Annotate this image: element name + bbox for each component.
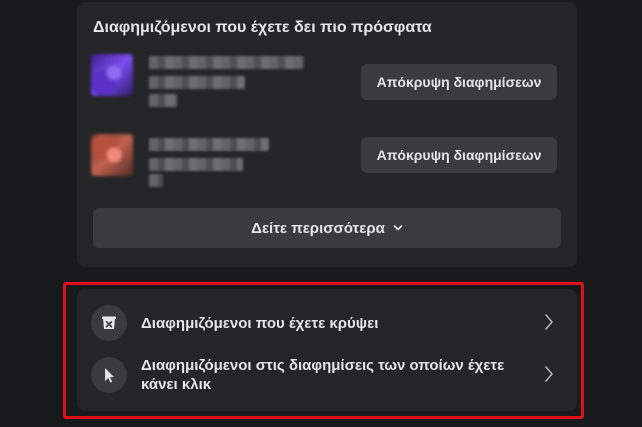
- section-title: Διαφημιζόμενοι που έχετε δει πιο πρόσφατ…: [93, 19, 432, 36]
- clicked-advertisers-link[interactable]: Διαφημιζόμενοι στις διαφημίσεις των οποί…: [77, 349, 577, 401]
- hidden-advertisers-label: Διαφημιζόμενοι που έχετε κρύψει: [141, 315, 379, 332]
- blurred-advertiser-detail: [149, 76, 245, 89]
- hide-ads-button[interactable]: Απόκρυψη διαφημίσεων: [361, 64, 557, 100]
- recent-advertisers-card: Διαφημιζόμενοι που έχετε δει πιο πρόσφατ…: [77, 2, 577, 267]
- blurred-advertiser-detail: [149, 158, 243, 171]
- advertiser-row: Απόκρυψη διαφημίσεων: [77, 128, 577, 188]
- cursor-icon: [91, 357, 127, 393]
- chevron-right-icon: [545, 314, 553, 330]
- hidden-advertisers-link[interactable]: Διαφημιζόμενοι που έχετε κρύψει: [77, 297, 577, 349]
- blurred-advertiser-detail: [149, 94, 177, 107]
- chevron-right-icon: [545, 366, 553, 382]
- blurred-advertiser-detail: [149, 174, 163, 187]
- clicked-advertisers-label: Διαφημιζόμενοι στις διαφημίσεις των οποί…: [141, 357, 505, 393]
- blurred-advertiser-name: [149, 138, 269, 151]
- hide-ads-button[interactable]: Απόκρυψη διαφημίσεων: [361, 137, 557, 173]
- advertiser-row: Απόκρυψη διαφημίσεων: [77, 48, 577, 108]
- chevron-down-icon: [393, 225, 403, 231]
- blurred-advertiser-name: [149, 56, 304, 69]
- see-more-label: Δείτε περισσότερα: [251, 219, 385, 237]
- advertiser-avatar: [91, 134, 133, 176]
- advertiser-avatar: [91, 54, 133, 96]
- advertiser-links-card: Διαφημιζόμενοι που έχετε κρύψει Διαφημιζ…: [77, 289, 577, 411]
- hidden-ads-icon: [91, 305, 127, 341]
- see-more-button[interactable]: Δείτε περισσότερα: [93, 208, 561, 248]
